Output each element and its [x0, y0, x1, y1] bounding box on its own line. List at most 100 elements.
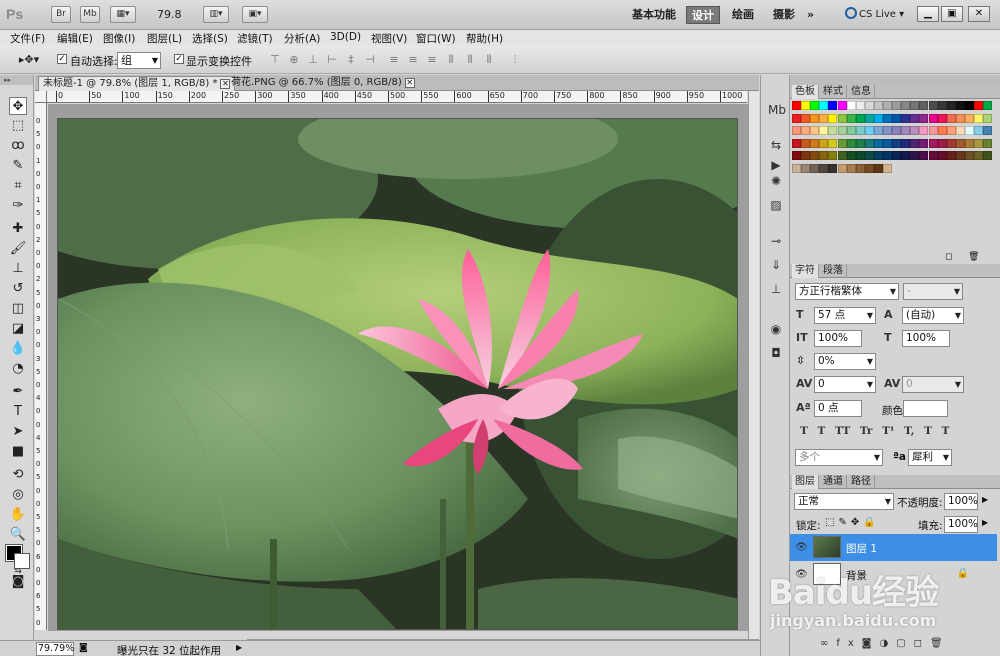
status-menu-arrow-icon[interactable]: ▶ [236, 643, 242, 652]
color-swatch[interactable] [855, 138, 865, 148]
color-swatch[interactable] [846, 113, 856, 123]
color-swatch[interactable] [928, 151, 938, 160]
color-swatch[interactable] [810, 113, 820, 123]
language-dropdown[interactable]: 多个 ▼ [795, 449, 883, 466]
color-swatch[interactable] [937, 151, 947, 160]
align-right-icon[interactable]: ⊣ [363, 53, 377, 66]
rectangle-tool-icon[interactable]: ■ [9, 443, 27, 461]
3d-rotate-icon[interactable]: ⟲ [9, 466, 27, 484]
color-swatch[interactable] [864, 138, 874, 148]
color-swatch[interactable] [910, 101, 920, 110]
color-swatch[interactable] [883, 101, 892, 110]
color-swatch[interactable] [801, 163, 811, 173]
masks-panel-icon[interactable]: ⇓ [768, 257, 784, 273]
lock-options-icons[interactable]: ⬚✎✥🔒 [825, 517, 880, 528]
horizontal-scale-field[interactable]: 100% [902, 330, 950, 347]
color-swatch[interactable] [837, 113, 847, 123]
color-swatch[interactable] [901, 113, 911, 123]
zoom-tool-icon[interactable]: 🔍 [9, 526, 27, 544]
eraser-tool-icon[interactable]: ◫ [9, 300, 27, 318]
color-swatch[interactable] [801, 113, 811, 123]
baseline-shift-field[interactable]: 0 点 [814, 400, 862, 417]
workspace-design[interactable]: 设计 [686, 6, 720, 24]
tab-info[interactable]: 信息 [848, 85, 875, 99]
mini-bridge-icon[interactable]: Mb [768, 102, 786, 118]
color-swatch[interactable] [919, 138, 929, 148]
color-swatch[interactable] [837, 138, 847, 148]
color-swatch[interactable] [855, 101, 865, 110]
color-swatch[interactable] [955, 126, 965, 135]
color-swatch[interactable] [892, 126, 902, 135]
visibility-eye-icon[interactable]: 👁 [795, 542, 808, 553]
color-swatch[interactable] [964, 151, 974, 160]
color-swatch[interactable] [846, 126, 856, 135]
color-swatch[interactable] [828, 101, 838, 110]
distribute-bottom-icon[interactable]: ≡ [425, 53, 439, 66]
3d-panel-icon[interactable]: ◉ [768, 321, 784, 337]
color-swatch[interactable] [837, 101, 847, 110]
background-color-swatch[interactable] [14, 553, 30, 569]
color-swatch[interactable] [873, 151, 883, 160]
color-swatch[interactable] [828, 163, 838, 173]
lasso-tool-icon[interactable]: ꝏ [9, 137, 27, 155]
color-swatch[interactable] [955, 101, 965, 110]
tab-channels[interactable]: 通道 [820, 475, 847, 489]
clone-source-icon[interactable]: ⊥ [768, 281, 784, 297]
color-swatch[interactable] [792, 151, 801, 160]
menu-edit[interactable]: 编辑(E) [57, 31, 93, 46]
color-swatch[interactable] [983, 151, 993, 160]
menu-help[interactable]: 帮助(H) [466, 31, 503, 46]
color-swatch[interactable] [983, 101, 993, 110]
color-swatch[interactable] [901, 101, 911, 110]
color-swatch[interactable] [792, 138, 801, 148]
distribute-left-icon[interactable]: ⦀ [444, 53, 458, 66]
vertical-ruler[interactable]: 0 5 0 1 0 0 1 5 0 2 0 0 2 5 0 3 0 0 3 5 0 4 0 0 4 5 0 5 0 0 5 5 0 6 0 0 6 5 0 [35, 103, 47, 630]
color-swatch[interactable] [792, 126, 801, 135]
color-swatch[interactable] [937, 138, 947, 148]
color-swatch[interactable] [974, 101, 983, 110]
color-swatch[interactable] [937, 101, 947, 110]
color-swatch[interactable] [892, 113, 902, 123]
color-swatch[interactable] [955, 138, 965, 148]
color-swatch[interactable] [928, 138, 938, 148]
color-swatch[interactable] [828, 151, 838, 160]
color-swatch[interactable] [983, 113, 993, 123]
color-swatch[interactable] [955, 151, 965, 160]
color-swatch[interactable] [801, 138, 811, 148]
minimize-button[interactable]: ▁ [917, 6, 939, 22]
path-select-icon[interactable]: ➤ [9, 423, 27, 441]
show-transform-checkbox[interactable]: ✓ [174, 54, 184, 64]
close-tab-icon[interactable]: ✕ [404, 78, 415, 88]
color-swatch[interactable] [846, 163, 856, 173]
color-swatch[interactable] [883, 151, 892, 160]
tab-lotus-png[interactable]: 荷花.PNG @ 66.7% (图层 0, RGB/8) ✕ [227, 76, 419, 91]
color-swatch[interactable] [828, 126, 838, 135]
color-swatch[interactable] [846, 151, 856, 160]
color-swatch[interactable] [964, 138, 974, 148]
more-workspaces-button[interactable]: » [802, 6, 819, 24]
distribute-top-icon[interactable]: ≡ [387, 53, 401, 66]
history-panel-icon[interactable]: ⇆ [768, 137, 784, 153]
color-swatch[interactable] [946, 138, 956, 148]
color-swatch[interactable] [901, 151, 911, 160]
color-swatch[interactable] [864, 151, 874, 160]
color-swatch[interactable] [883, 126, 892, 135]
quick-mask-icon[interactable]: ◙ [9, 573, 27, 591]
color-swatch[interactable] [828, 138, 838, 148]
color-swatch[interactable] [873, 163, 883, 173]
font-family-dropdown[interactable]: 方正行楷繁体 ▼ [795, 283, 899, 300]
color-swatch[interactable] [819, 151, 829, 160]
3d-orbit-icon[interactable]: ◎ [9, 486, 27, 504]
vertical-scrollbar[interactable] [748, 91, 759, 640]
zoom-level-field[interactable]: 79.8 [157, 8, 182, 21]
color-swatch[interactable] [919, 126, 929, 135]
color-swatch[interactable] [937, 113, 947, 123]
color-swatch[interactable] [892, 151, 902, 160]
arrange-documents-button[interactable]: ▥▾ [203, 6, 229, 23]
color-swatch[interactable] [810, 163, 820, 173]
tab-paragraph[interactable]: 段落 [820, 264, 847, 278]
color-swatch[interactable] [810, 126, 820, 135]
color-swatch[interactable] [801, 126, 811, 135]
color-swatch[interactable] [937, 126, 947, 135]
color-swatch[interactable] [883, 113, 892, 123]
